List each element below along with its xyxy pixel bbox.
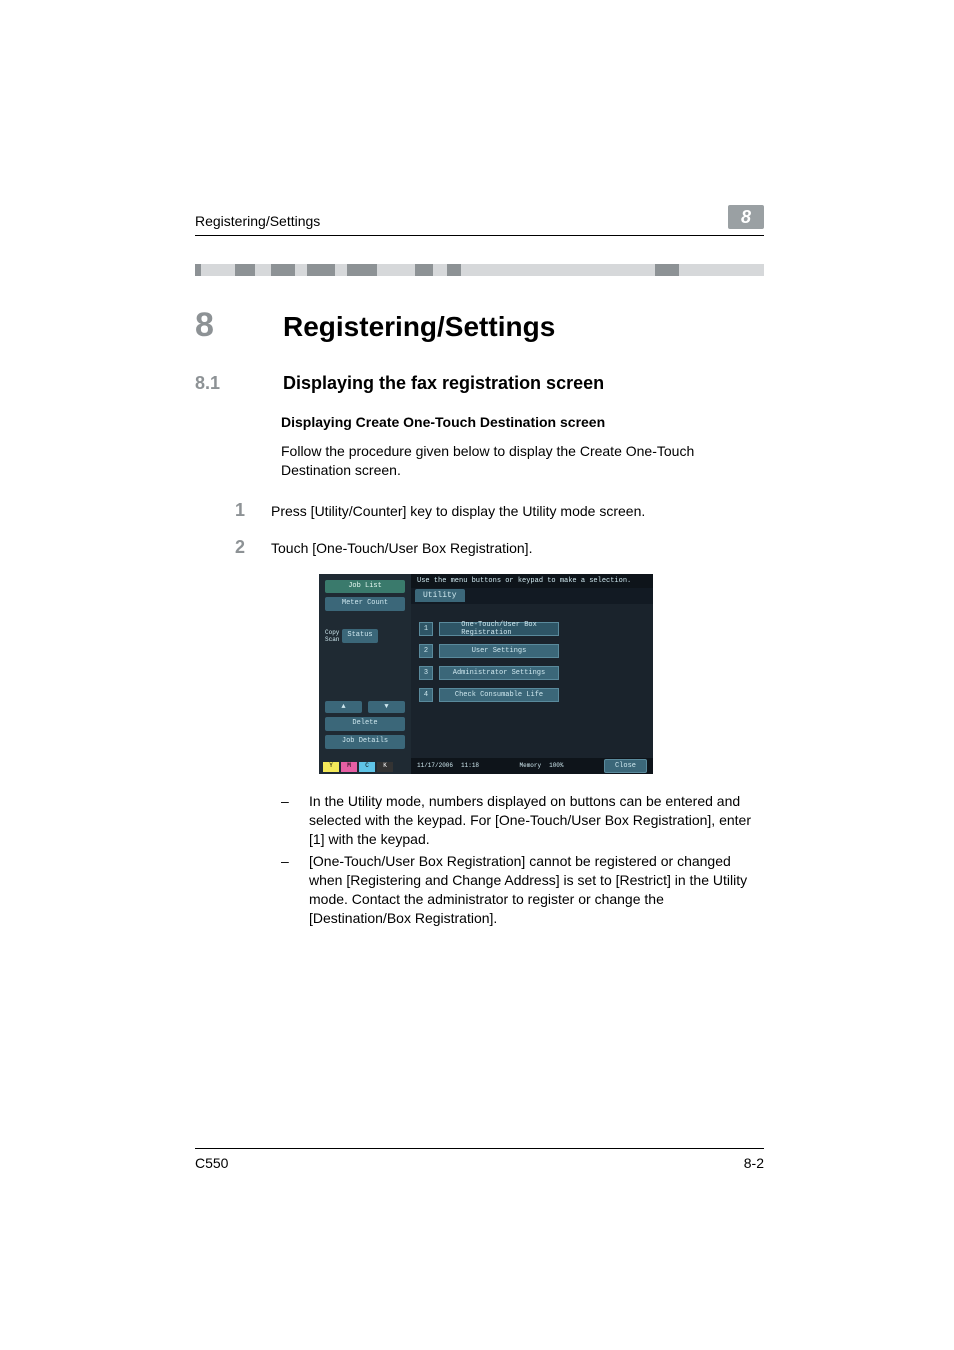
menu-item-4[interactable]: 4 Check Consumable Life [419, 688, 645, 702]
job-list-button[interactable]: Job List [325, 580, 405, 594]
job-details-button[interactable]: Job Details [325, 735, 405, 749]
status-row: CopyScan Status [325, 629, 405, 643]
header-rule [195, 235, 764, 236]
dash-icon: – [281, 792, 293, 849]
menu-item-number: 3 [419, 666, 433, 680]
step-text: Press [Utility/Counter] key to display t… [271, 500, 645, 521]
running-head-text: Registering/Settings [195, 213, 320, 229]
footer-model: C550 [195, 1155, 228, 1171]
device-panel: Job List Meter Count CopyScan Status ▲ ▼… [319, 574, 653, 774]
toner-indicators: Y M C K [323, 762, 393, 772]
dash-icon: – [281, 852, 293, 928]
scroll-down-button[interactable]: ▼ [368, 701, 405, 713]
bullet-item: – In the Utility mode, numbers displayed… [281, 792, 764, 849]
menu-item-number: 4 [419, 688, 433, 702]
menu-item-2[interactable]: 2 User Settings [419, 644, 645, 658]
bullet-text: [One-Touch/User Box Registration] cannot… [309, 852, 764, 928]
panel-memory-value: 100% [549, 762, 563, 769]
intro-paragraph: Follow the procedure given below to disp… [281, 442, 764, 480]
step-number: 1 [235, 500, 249, 521]
menu-item-label: User Settings [439, 644, 559, 658]
panel-right-column: Use the menu buttons or keypad to make a… [411, 574, 653, 774]
menu-item-number: 2 [419, 644, 433, 658]
toner-k-icon: K [377, 762, 393, 772]
menu-item-label: One-Touch/User Box Registration [439, 622, 559, 636]
h2-number: 8.1 [195, 373, 229, 394]
toner-c-icon: C [359, 762, 375, 772]
close-button[interactable]: Close [604, 759, 647, 773]
step-text: Touch [One-Touch/User Box Registration]. [271, 537, 532, 558]
delete-button[interactable]: Delete [325, 717, 405, 731]
h1-number: 8 [195, 306, 229, 345]
panel-time: 11:18 [461, 762, 479, 769]
toner-y-icon: Y [323, 762, 339, 772]
h1-title: Registering/Settings [283, 311, 555, 343]
footer-page: 8-2 [744, 1155, 764, 1171]
meter-count-button[interactable]: Meter Count [325, 597, 405, 611]
menu-item-1[interactable]: 1 One-Touch/User Box Registration [419, 622, 645, 636]
utility-tab[interactable]: Utility [415, 589, 465, 602]
scroll-up-button[interactable]: ▲ [325, 701, 362, 713]
footer-rule [195, 1148, 764, 1149]
menu-item-label: Administrator Settings [439, 666, 559, 680]
panel-top-message: Use the menu buttons or keypad to make a… [411, 574, 653, 588]
subheading: Displaying Create One-Touch Destination … [281, 414, 764, 430]
bullet-item: – [One-Touch/User Box Registration] cann… [281, 852, 764, 928]
menu-item-number: 1 [419, 622, 433, 636]
menu-item-3[interactable]: 3 Administrator Settings [419, 666, 645, 680]
decorative-dash-bar [195, 264, 764, 276]
panel-left-column: Job List Meter Count CopyScan Status ▲ ▼… [319, 574, 411, 774]
menu-item-label: Check Consumable Life [439, 688, 559, 702]
h2-title: Displaying the fax registration screen [283, 373, 604, 394]
panel-date: 11/17/2006 [417, 762, 453, 769]
bullet-text: In the Utility mode, numbers displayed o… [309, 792, 764, 849]
panel-memory-label: Memory [520, 762, 542, 769]
chapter-badge: 8 [728, 205, 764, 229]
step-number: 2 [235, 537, 249, 558]
toner-m-icon: M [341, 762, 357, 772]
status-icon-label: CopyScan [325, 629, 339, 643]
status-button[interactable]: Status [342, 629, 377, 643]
